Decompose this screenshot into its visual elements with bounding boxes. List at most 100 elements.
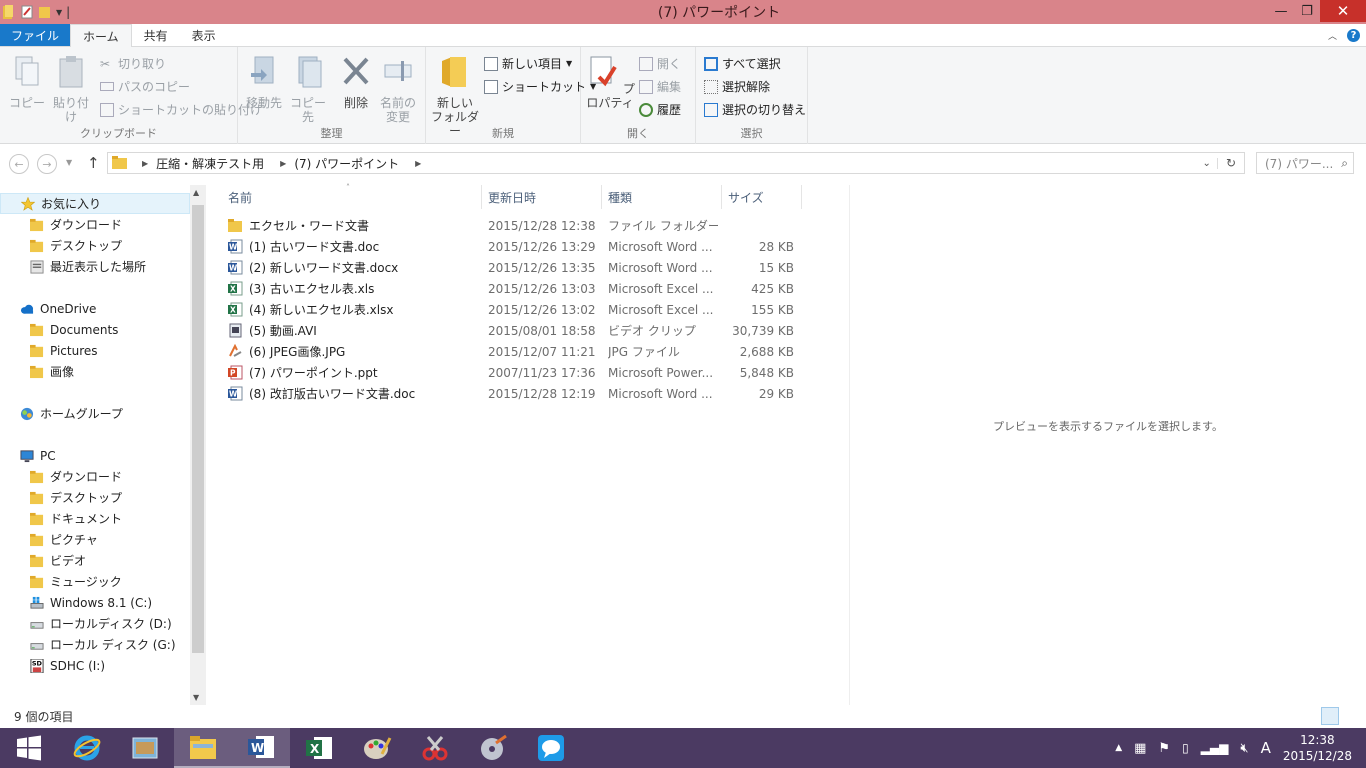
nav-item[interactable]: ダウンロード <box>0 466 190 487</box>
search-icon: ⌕ <box>1341 155 1348 170</box>
taskbar-excel[interactable]: X <box>290 728 348 768</box>
nav-item[interactable]: デスクトップ <box>0 487 190 508</box>
file-row[interactable]: エクセル・ワード文書 2015/12/28 12:38 ファイル フォルダー <box>222 215 802 236</box>
show-hidden-icons-icon[interactable]: ▲ <box>1115 743 1122 753</box>
nav-item[interactable]: ダウンロード <box>0 214 190 235</box>
file-row[interactable]: W (1) 古いワード文書.doc 2015/12/26 13:29 Microsof… <box>222 236 802 257</box>
nav-item[interactable]: お気に入り <box>0 193 190 214</box>
ime-indicator[interactable]: A <box>1261 739 1271 757</box>
nav-item[interactable]: ローカルディスク (D:) <box>0 613 190 634</box>
nav-item[interactable]: ピクチャ <box>0 529 190 550</box>
open-button[interactable]: 開く <box>639 55 681 72</box>
volume-muted-icon[interactable]: 🔇︎ <box>1240 741 1248 756</box>
collapse-ribbon-icon[interactable]: ︿ <box>1328 29 1337 42</box>
refresh-icon[interactable]: ↻ <box>1218 156 1244 170</box>
nav-item[interactable]: ホームグループ <box>0 403 190 424</box>
file-explorer-icon <box>190 736 216 759</box>
column-header-size[interactable]: サイズ <box>722 185 802 209</box>
file-row[interactable]: W (2) 新しいワード文書.docx 2015/12/26 13:35 Micros… <box>222 257 802 278</box>
file-row[interactable]: X (4) 新しいエクセル表.xlsx 2015/12/26 13:02 Micros… <box>222 299 802 320</box>
nav-item[interactable]: Windows 8.1 (C:) <box>0 592 190 613</box>
chevron-down-icon[interactable]: ▼ <box>56 8 62 17</box>
breadcrumb-item[interactable]: 圧縮・解凍テスト用 <box>156 155 264 172</box>
excel-file-icon: X <box>228 302 243 317</box>
back-button[interactable]: ← <box>9 154 29 174</box>
nav-item[interactable]: Documents <box>0 319 190 340</box>
file-row[interactable]: P (7) パワーポイント.ppt 2007/11/23 17:36 Microsof… <box>222 362 802 383</box>
column-header-type[interactable]: 種類 <box>602 185 722 209</box>
tab-share[interactable]: 共有 <box>132 24 180 46</box>
taskbar-internet-explorer[interactable] <box>58 728 116 768</box>
nav-item[interactable]: ローカル ディスク (G:) <box>0 634 190 655</box>
taskbar-snipping[interactable] <box>406 728 464 768</box>
clock[interactable]: 12:38 2015/12/28 <box>1283 732 1352 764</box>
select-all-button[interactable]: すべて選択 <box>704 55 781 72</box>
tab-home[interactable]: ホーム <box>70 24 132 47</box>
properties-button[interactable]: プロパティ <box>585 53 635 110</box>
address-bar[interactable]: ▶ 圧縮・解凍テスト用 ▶ (7) パワーポイント ▶ ⌄ ↻ <box>107 152 1245 174</box>
taskbar-word[interactable]: W <box>232 728 290 768</box>
shortcut-button[interactable]: ショートカット ▼ <box>484 78 596 95</box>
nav-item[interactable]: ミュージック <box>0 571 190 592</box>
nav-item[interactable]: ドキュメント <box>0 508 190 529</box>
taskbar-app[interactable] <box>116 728 174 768</box>
move-to-button[interactable]: 移動先 <box>242 53 286 110</box>
new-item-button[interactable]: 新しい項目 ▼ <box>484 55 572 72</box>
column-header-name[interactable]: 名前 ˄ <box>222 183 482 209</box>
file-row[interactable]: (5) 動画.AVI 2015/08/01 18:58 ビデオ クリップ 30,739… <box>222 320 802 341</box>
scroll-up-icon[interactable]: ▲ <box>193 188 199 197</box>
nav-item[interactable]: Pictures <box>0 340 190 361</box>
cut-button[interactable]: ✂ 切り取り <box>100 55 166 72</box>
tab-file[interactable]: ファイル <box>0 24 71 46</box>
copy-to-button[interactable]: コピー先 <box>286 53 330 124</box>
scroll-thumb[interactable] <box>192 205 204 653</box>
taskbar-paint[interactable] <box>348 728 406 768</box>
taskbar-media[interactable] <box>464 728 522 768</box>
delete-button[interactable]: 削除 <box>338 53 374 110</box>
nav-item[interactable]: OneDrive <box>0 298 190 319</box>
taskbar-file-explorer[interactable] <box>174 728 232 768</box>
tab-view[interactable]: 表示 <box>180 24 228 46</box>
column-header-date[interactable]: 更新日時 <box>482 185 602 209</box>
search-input[interactable]: (7) パワー... ⌕ <box>1256 152 1354 174</box>
start-button[interactable] <box>0 728 58 768</box>
select-none-button[interactable]: 選択解除 <box>704 78 770 95</box>
nav-item[interactable]: ビデオ <box>0 550 190 571</box>
close-button[interactable]: ✕ <box>1320 0 1366 22</box>
nav-item[interactable]: デスクトップ <box>0 235 190 256</box>
details-view-button[interactable] <box>1321 707 1339 725</box>
minimize-button[interactable]: — <box>1268 0 1294 22</box>
recent-locations-icon[interactable]: ▼ <box>66 158 72 167</box>
nav-scrollbar[interactable]: ▲ ▼ <box>190 185 206 705</box>
help-icon[interactable]: ? <box>1347 28 1360 42</box>
address-dropdown-icon[interactable]: ⌄ <box>1197 157 1218 169</box>
new-folder-icon[interactable] <box>38 4 52 20</box>
copy-path-button[interactable]: パスのコピー <box>100 78 190 95</box>
shortcut-icon <box>100 102 114 117</box>
flag-icon[interactable]: ⚑ <box>1158 741 1170 756</box>
nav-item[interactable]: PC <box>0 445 190 466</box>
properties-icon[interactable] <box>20 4 34 20</box>
restore-button[interactable]: ❐ <box>1294 0 1320 22</box>
file-row[interactable]: W (8) 改訂版古いワード文書.doc 2015/12/28 12:19 Micro… <box>222 383 802 404</box>
invert-selection-button[interactable]: 選択の切り替え <box>704 101 806 118</box>
nav-item[interactable]: 最近表示した場所 <box>0 256 190 277</box>
file-row[interactable]: (6) JPEG画像.JPG 2015/12/07 11:21 JPG ファイル 2,… <box>222 341 802 362</box>
large-icons-view-button[interactable] <box>1342 707 1360 725</box>
breadcrumb-item[interactable]: (7) パワーポイント <box>294 155 399 172</box>
forward-button[interactable]: → <box>37 154 57 174</box>
rename-button[interactable]: 名前の 変更 <box>376 53 420 124</box>
network-icon[interactable]: ▂▄▆ <box>1201 741 1229 755</box>
history-button[interactable]: 履歴 <box>639 101 681 118</box>
file-row[interactable]: X (3) 古いエクセル表.xls 2015/12/26 13:03 Microsof… <box>222 278 802 299</box>
copy-button[interactable]: コピー <box>8 53 46 110</box>
edit-button[interactable]: 編集 <box>639 78 681 95</box>
nav-item[interactable]: SD SDHC (I:) <box>0 655 190 676</box>
up-button[interactable]: ↑ <box>87 154 100 172</box>
nav-item[interactable]: 画像 <box>0 361 190 382</box>
taskbar-messenger[interactable] <box>522 728 580 768</box>
windows-icon[interactable]: ▦ <box>1134 741 1146 756</box>
battery-icon[interactable]: ▯ <box>1182 741 1189 755</box>
paste-button[interactable]: 貼り付け <box>48 53 94 124</box>
scroll-down-icon[interactable]: ▼ <box>193 693 199 702</box>
